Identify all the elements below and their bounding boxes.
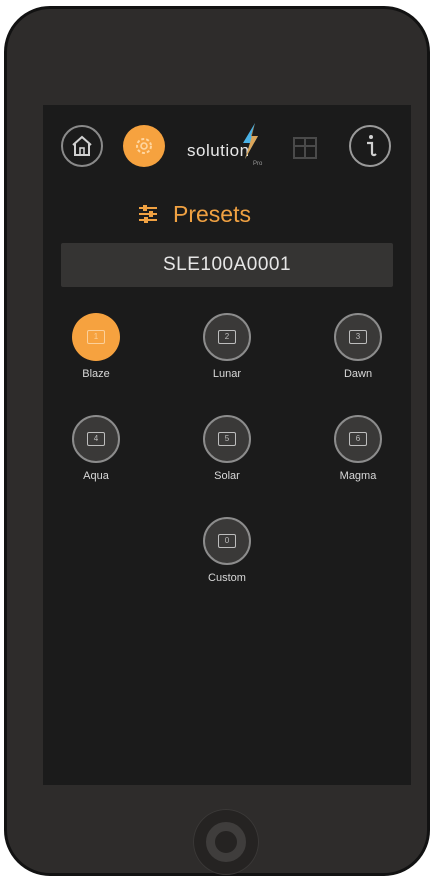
preset-label: Solar <box>214 470 240 482</box>
monitor-icon: 2 <box>218 330 236 344</box>
home-button-ring <box>206 822 246 862</box>
phone-frame: solution Pro Presets SLE100A0001 1 Blaze… <box>4 6 430 876</box>
preset-label: Magma <box>339 470 377 482</box>
preset-aqua[interactable]: 4 Aqua <box>51 415 141 482</box>
preset-button[interactable]: 0 <box>203 517 251 565</box>
monitor-icon: 3 <box>349 330 367 344</box>
preset-magma[interactable]: 6 Magma <box>313 415 403 482</box>
sliders-icon <box>139 205 157 223</box>
page-title-text: Presets <box>173 200 251 227</box>
home-icon <box>72 135 92 156</box>
monitor-icon: 0 <box>218 534 236 548</box>
preset-solar[interactable]: 5 Solar <box>182 415 272 482</box>
page-title: Presets <box>137 197 251 231</box>
logo-subtext: Pro <box>253 161 263 167</box>
preset-label: Aqua <box>83 470 109 482</box>
preset-button[interactable]: 5 <box>203 415 251 463</box>
preset-label: Dawn <box>343 368 373 380</box>
monitor-icon: 6 <box>349 432 367 446</box>
preset-button[interactable]: 2 <box>203 313 251 361</box>
info-icon <box>367 135 377 157</box>
device-selector[interactable]: SLE100A0001 <box>61 243 393 287</box>
preset-lunar[interactable]: 2 Lunar <box>182 313 272 380</box>
preset-label: Custom <box>208 572 246 584</box>
monitor-icon: 1 <box>87 330 105 344</box>
info-button[interactable] <box>349 125 391 167</box>
preset-button[interactable]: 1 <box>72 313 120 361</box>
lightning-icon <box>243 123 258 159</box>
preset-button[interactable]: 4 <box>72 415 120 463</box>
preset-custom[interactable]: 0 Custom <box>182 517 272 584</box>
solution-logo: solution Pro <box>183 123 279 171</box>
preset-dawn[interactable]: 3 Dawn <box>313 313 403 380</box>
gear-icon <box>136 138 152 154</box>
box-icon[interactable] <box>293 137 317 159</box>
preset-button[interactable]: 3 <box>334 313 382 361</box>
preset-button[interactable]: 6 <box>334 415 382 463</box>
monitor-icon: 5 <box>218 432 236 446</box>
monitor-icon: 4 <box>87 432 105 446</box>
preset-label: Blaze <box>82 368 110 380</box>
settings-button[interactable] <box>123 125 165 167</box>
home-button[interactable] <box>61 125 103 167</box>
hardware-home-button[interactable] <box>193 809 259 875</box>
preset-label: Lunar <box>212 368 242 380</box>
app-screen: solution Pro Presets SLE100A0001 1 Blaze… <box>43 105 411 785</box>
preset-blaze[interactable]: 1 Blaze <box>51 313 141 380</box>
